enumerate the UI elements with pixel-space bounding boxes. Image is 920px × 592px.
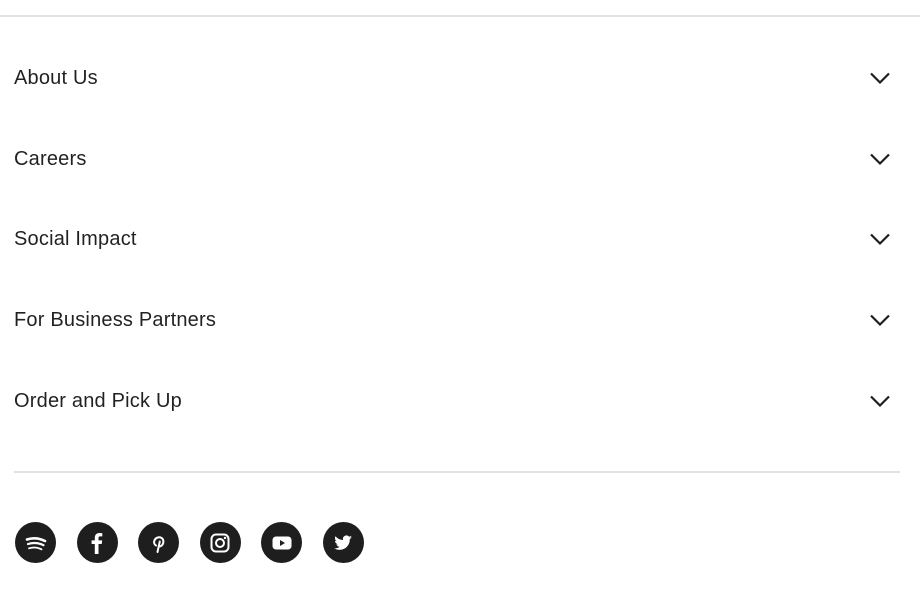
pinterest-icon (152, 535, 164, 553)
twitter-link[interactable] (322, 522, 364, 563)
chevron-down-icon (870, 72, 890, 85)
chevron-down-icon (870, 314, 890, 327)
accordion-label: Social Impact (14, 227, 137, 250)
facebook-link[interactable] (76, 522, 118, 563)
accordion-label: Order and Pick Up (14, 389, 182, 412)
top-divider (0, 15, 920, 17)
accordion-label: About Us (14, 66, 98, 89)
spotify-link[interactable] (15, 522, 56, 563)
accordion-label: Careers (14, 147, 87, 170)
twitter-icon (334, 534, 352, 550)
accordion-careers[interactable]: Careers (14, 129, 900, 189)
facebook-icon (91, 532, 103, 554)
social-links (15, 522, 364, 563)
chevron-down-icon (870, 153, 890, 166)
chevron-down-icon (870, 395, 890, 408)
accordion-about-us[interactable]: About Us (14, 48, 900, 108)
accordion-label: For Business Partners (14, 308, 217, 331)
instagram-icon (210, 533, 230, 552)
accordion-social-impact[interactable]: Social Impact (14, 209, 900, 269)
footer-divider (14, 471, 900, 473)
youtube-link[interactable] (261, 522, 302, 563)
instagram-link[interactable] (199, 522, 241, 563)
accordion-for-business-partners[interactable]: For Business Partners (14, 290, 900, 350)
spotify-icon (25, 536, 46, 550)
chevron-down-icon (870, 233, 890, 246)
accordion-order-and-pick-up[interactable]: Order and Pick Up (14, 371, 900, 431)
pinterest-link[interactable] (138, 522, 179, 563)
youtube-icon (272, 536, 291, 549)
